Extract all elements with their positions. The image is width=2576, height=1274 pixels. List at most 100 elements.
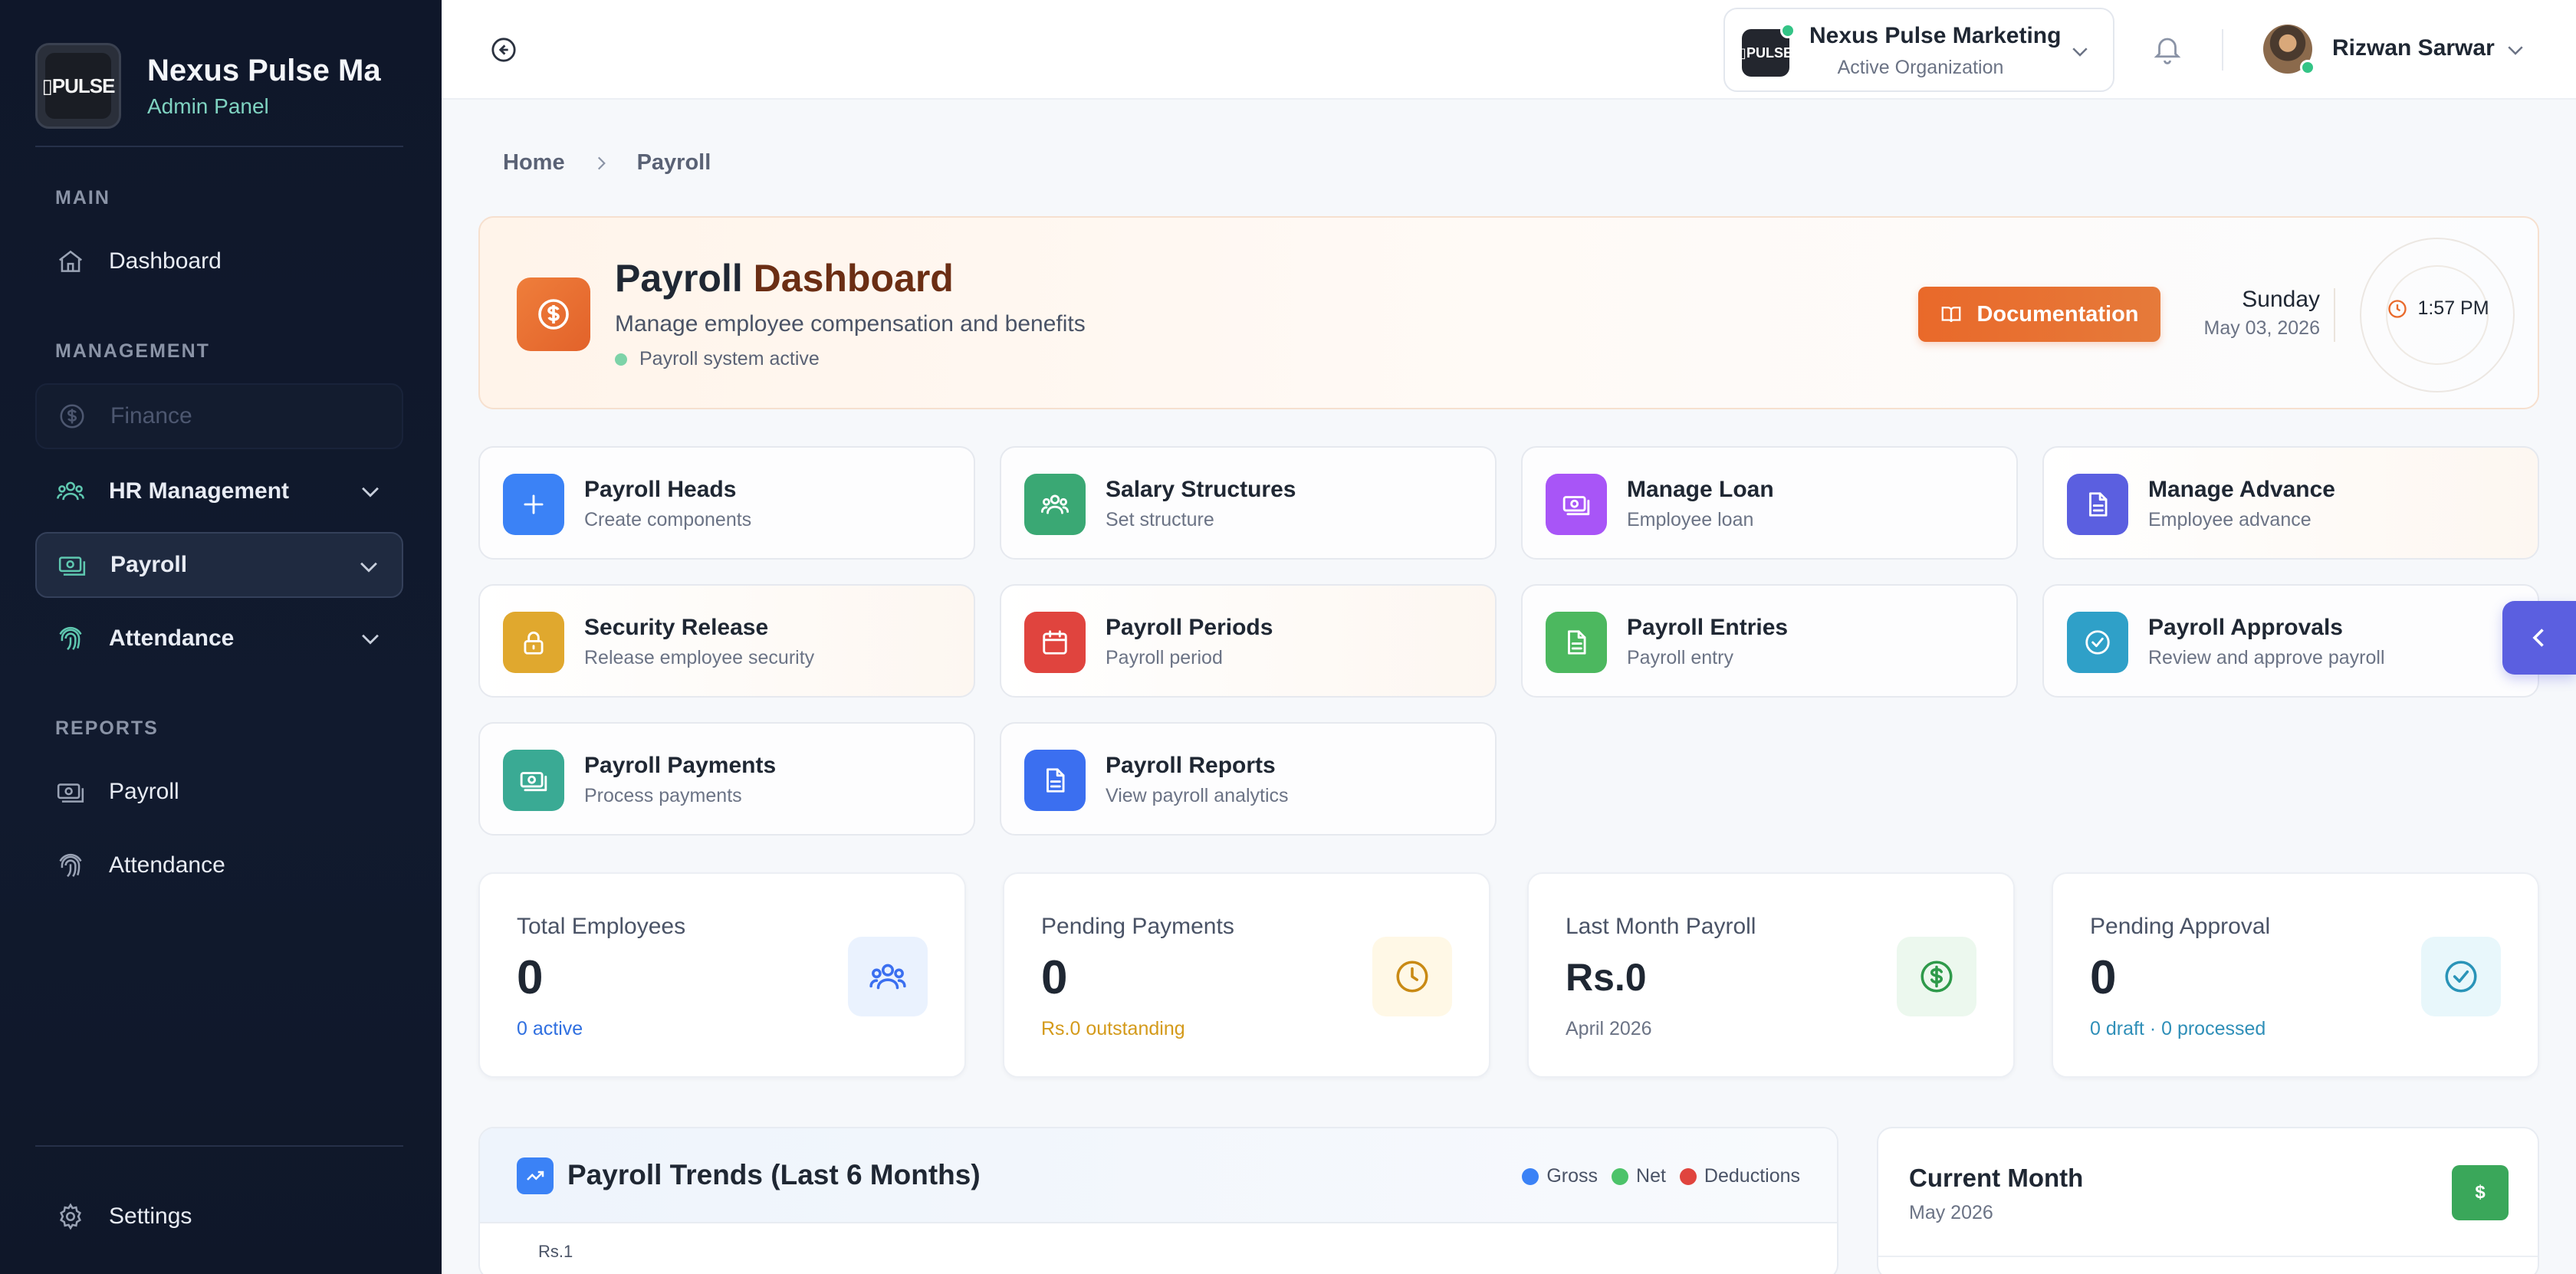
page-title-part2: Dashboard (753, 257, 954, 300)
documentation-button[interactable]: Documentation (1918, 287, 2160, 342)
legend-label: Net (1636, 1165, 1666, 1187)
stat-value: 0 (1041, 951, 1068, 1004)
documentation-label: Documentation (1976, 301, 2139, 327)
stat-label: Last Month Payroll (1566, 914, 1756, 939)
legend-item: Deductions (1679, 1165, 1800, 1187)
quick-link-title: Payroll Entries (1627, 615, 1789, 640)
quick-link-icon (1546, 612, 1607, 673)
current-month-subtitle: May 2026 (1909, 1202, 1993, 1223)
quick-link-icon (2067, 612, 2128, 673)
breadcrumb-home[interactable]: Home (503, 150, 565, 176)
cash-icon (1562, 496, 1590, 516)
quick-link-subtitle: Create components (584, 509, 752, 530)
quick-link-card[interactable]: Payroll Entries Payroll entry (1521, 584, 2018, 698)
system-status-text: Payroll system active (639, 348, 820, 369)
stat-value: 0 (2090, 951, 2117, 1004)
chevron-down-icon (2072, 48, 2088, 57)
plus-icon (524, 494, 544, 514)
quick-link-icon (1024, 750, 1086, 811)
trend-up-icon (517, 1157, 554, 1194)
quick-link-title: Security Release (584, 615, 769, 640)
user-name[interactable]: Rizwan Sarwar (2332, 35, 2495, 61)
sidebar-item-label: Finance (110, 403, 192, 428)
quick-link-card[interactable]: Manage Loan Employee loan (1521, 446, 2018, 560)
stat-label: Total Employees (517, 914, 686, 939)
dollar-circle-icon (517, 277, 590, 351)
quick-link-subtitle: Set structure (1106, 509, 1214, 530)
dollar-badge-icon: $ (2452, 1165, 2509, 1220)
users-icon (1040, 494, 1070, 514)
sidebar-item-report-payroll[interactable]: Payroll (35, 759, 403, 825)
quick-link-card[interactable]: Salary Structures Set structure (1000, 446, 1497, 560)
section-label-main: MAIN (55, 187, 110, 209)
quick-link-card[interactable]: Payroll Reports View payroll analytics (1000, 722, 1497, 836)
fingerprint-icon (55, 623, 86, 654)
back-circle-icon[interactable] (491, 37, 517, 63)
clock-icon (1396, 960, 1428, 993)
page-title-part1: Payroll (615, 257, 743, 300)
header-divider (2222, 29, 2223, 71)
quick-link-card[interactable]: Payroll Approvals Review and approve pay… (2042, 584, 2539, 698)
bell-icon[interactable] (2151, 34, 2183, 66)
org-name: Nexus Pulse Marketing (1809, 23, 2062, 48)
org-status-dot (1780, 23, 1796, 38)
cash-icon (520, 772, 547, 792)
sidebar-item-finance[interactable]: Finance (35, 383, 403, 449)
breadcrumb-current: Payroll (636, 150, 711, 175)
chevron-right-icon (597, 156, 606, 169)
sidebar-item-hr-management[interactable]: HR Management (35, 458, 403, 524)
clock-icon (2388, 299, 2407, 318)
sidebar-item-attendance[interactable]: Attendance (35, 606, 403, 671)
quick-link-icon (2067, 474, 2128, 535)
quick-link-title: Payroll Heads (584, 477, 737, 502)
section-label-management: MANAGEMENT (55, 340, 210, 362)
system-status: Payroll system active (615, 348, 820, 370)
org-switcher[interactable]: ▯PULSE Nexus Pulse Marketing Active Orga… (1723, 8, 2114, 92)
quick-link-card[interactable]: Manage Advance Employee advance (2042, 446, 2539, 560)
quick-link-subtitle: Employee advance (2148, 509, 2312, 530)
stat-footnote: Rs.0 outstanding (1041, 1018, 1185, 1039)
quick-link-card[interactable]: Payroll Periods Payroll period (1000, 584, 1497, 698)
stat-icon (2421, 937, 2501, 1016)
lock-icon (524, 631, 544, 655)
stat-value: 0 (517, 951, 544, 1004)
section-label-reports: REPORTS (55, 717, 159, 739)
quick-link-card[interactable]: Security Release Release employee securi… (478, 584, 975, 698)
stat-footnote: April 2026 (1566, 1018, 1652, 1039)
quick-link-title: Payroll Approvals (2148, 615, 2343, 640)
quick-link-icon (503, 612, 564, 673)
legend-swatch (1679, 1167, 1697, 1185)
sidebar-item-settings[interactable]: Settings (35, 1184, 403, 1249)
stat-card: Last Month Payroll Rs.0 April 2026 (1527, 872, 2015, 1078)
current-date: May 03, 2026 (2203, 317, 2321, 339)
document-icon (2089, 492, 2108, 517)
sidebar-item-dashboard[interactable]: Dashboard (35, 228, 403, 294)
quick-link-subtitle: Payroll period (1106, 647, 1223, 668)
current-month-title: Current Month (1909, 1164, 2084, 1192)
sidebar-item-payroll[interactable]: Payroll (35, 532, 403, 598)
clock-time-text: 1:57 PM (2417, 297, 2489, 319)
cash-icon (55, 777, 86, 807)
brand[interactable]: ▯PULSE Nexus Pulse Ma Admin Panel (35, 43, 400, 129)
legend-label: Gross (1546, 1165, 1598, 1187)
sidebar-item-label: Dashboard (109, 248, 222, 274)
quick-link-card[interactable]: Payroll Heads Create components (478, 446, 975, 560)
sidebar-item-report-attendance[interactable]: Attendance (35, 832, 403, 898)
collapse-panel-tab[interactable] (2502, 601, 2576, 675)
dollar-circle-icon (57, 401, 87, 432)
chevron-down-icon[interactable] (2504, 38, 2527, 61)
quick-link-title: Payroll Reports (1106, 753, 1276, 778)
divider (1878, 1256, 2538, 1257)
quick-link-icon (503, 474, 564, 535)
page-subtitle: Manage employee compensation and benefit… (615, 311, 1086, 337)
quick-link-card[interactable]: Payroll Payments Process payments (478, 722, 975, 836)
online-status-dot (2300, 60, 2315, 75)
sidebar-item-label: Payroll (109, 779, 179, 804)
fingerprint-icon (55, 850, 86, 881)
team-icon (55, 476, 86, 507)
stat-icon (1897, 937, 1976, 1016)
legend-item: Gross (1522, 1165, 1598, 1187)
clock-time: 1:57 PM (2369, 297, 2507, 320)
trends-header: Payroll Trends (Last 6 Months) Gross Net D… (480, 1128, 1837, 1223)
status-dot (615, 353, 627, 366)
